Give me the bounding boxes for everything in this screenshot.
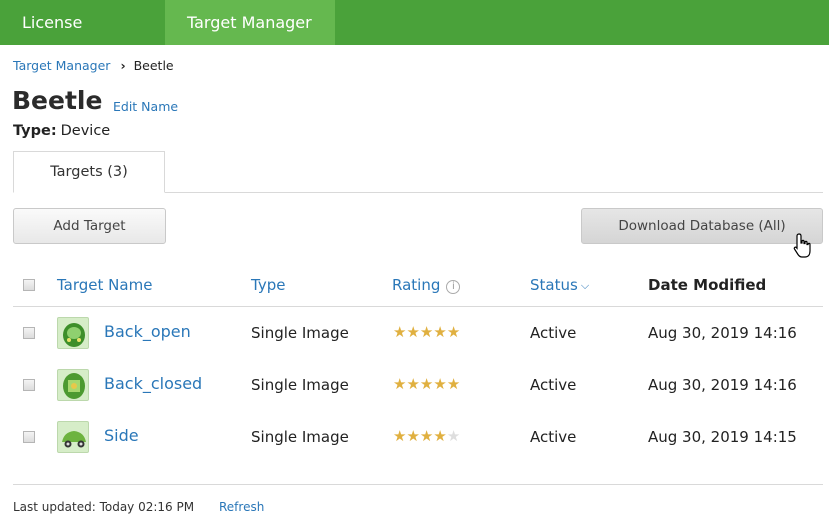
nav-tab-target-manager[interactable]: Target Manager xyxy=(165,0,335,45)
type-label: Type: xyxy=(13,123,57,139)
breadcrumb: Target Manager › Beetle xyxy=(13,58,174,73)
target-date: Aug 30, 2019 14:16 xyxy=(648,376,797,394)
target-name-link[interactable]: Back_closed xyxy=(104,374,202,393)
star-icon: ★ xyxy=(446,323,461,341)
chevron-down-icon: ⌵ xyxy=(580,279,590,292)
hand-pointer-icon xyxy=(793,233,811,258)
target-status: Active xyxy=(530,428,577,446)
breadcrumb-current: Beetle xyxy=(133,58,174,73)
last-updated-text: Last updated: Today 02:16 PM xyxy=(13,500,195,514)
header-status-label: Status xyxy=(530,276,578,294)
target-type: Single Image xyxy=(251,376,349,394)
header-type[interactable]: Type xyxy=(251,276,285,294)
select-all-checkbox[interactable] xyxy=(23,279,35,291)
star-icon: ★ xyxy=(433,427,447,445)
header-target-name[interactable]: Target Name xyxy=(57,276,152,294)
star-icon: ★ xyxy=(406,323,420,341)
target-thumbnail xyxy=(57,317,89,349)
star-icon: ★ xyxy=(419,323,434,341)
row-checkbox[interactable] xyxy=(23,431,35,443)
target-type: Single Image xyxy=(251,428,349,446)
star-icon: ★ xyxy=(433,375,447,393)
rating-stars: ★★★★★ xyxy=(393,427,460,445)
row-checkbox[interactable] xyxy=(23,327,35,339)
header-status[interactable]: Status ⌵ xyxy=(530,276,589,294)
star-icon: ★ xyxy=(393,427,407,445)
star-icon: ★ xyxy=(446,375,461,393)
type-value: Device xyxy=(60,123,111,139)
breadcrumb-link-target-manager[interactable]: Target Manager xyxy=(13,58,110,73)
star-icon: ★ xyxy=(406,427,420,445)
footer-divider xyxy=(13,484,823,485)
target-name-link[interactable]: Side xyxy=(104,426,139,445)
page-title: Beetle xyxy=(12,86,103,115)
target-thumbnail xyxy=(57,369,89,401)
target-date: Aug 30, 2019 14:16 xyxy=(648,324,797,342)
header-rating-label: Rating xyxy=(392,276,441,294)
star-icon: ★ xyxy=(393,323,407,341)
add-target-button[interactable]: Add Target xyxy=(13,208,166,244)
download-database-button[interactable]: Download Database (All) xyxy=(581,208,823,244)
target-status: Active xyxy=(530,376,577,394)
breadcrumb-separator-icon: › xyxy=(120,58,126,73)
row-checkbox[interactable] xyxy=(23,379,35,391)
target-thumbnail xyxy=(57,421,89,453)
star-icon: ★ xyxy=(419,375,434,393)
top-nav: License Manager Target Manager xyxy=(0,0,829,77)
header-date-modified[interactable]: Date Modified xyxy=(648,276,766,294)
target-date: Aug 30, 2019 14:15 xyxy=(648,428,797,446)
star-icon: ★ xyxy=(393,375,407,393)
refresh-link[interactable]: Refresh xyxy=(219,500,264,514)
target-status: Active xyxy=(530,324,577,342)
rating-stars: ★★★★★ xyxy=(393,375,460,393)
rating-stars: ★★★★★ xyxy=(393,323,460,341)
header-divider xyxy=(13,306,823,307)
edit-name-link[interactable]: Edit Name xyxy=(113,99,178,114)
header-rating[interactable]: Rating i xyxy=(392,276,461,294)
star-icon: ★ xyxy=(433,323,447,341)
target-name-link[interactable]: Back_open xyxy=(104,322,191,341)
type-line: Type: Device xyxy=(13,123,110,139)
info-icon[interactable]: i xyxy=(446,280,461,294)
star-icon: ★ xyxy=(406,375,420,393)
tab-targets[interactable]: Targets (3) xyxy=(13,151,165,193)
target-type: Single Image xyxy=(251,324,349,342)
nav-tab-license-manager[interactable]: License Manager xyxy=(0,0,165,77)
star-empty-icon: ★ xyxy=(446,427,461,445)
star-icon: ★ xyxy=(419,427,434,445)
